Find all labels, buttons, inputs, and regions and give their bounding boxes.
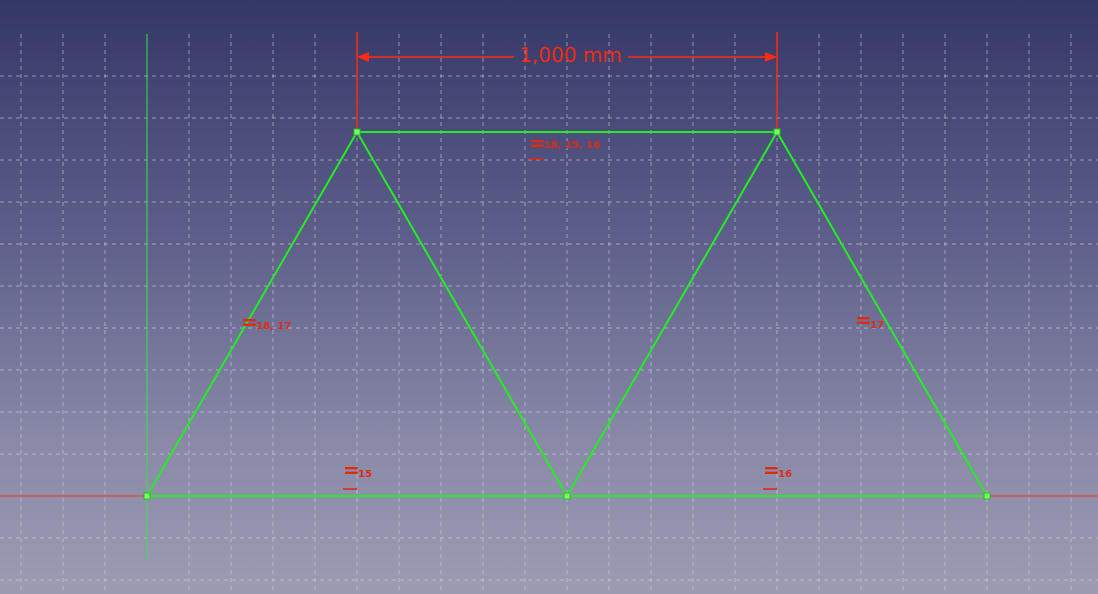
equal-constraint-left[interactable]: = 18, 17 (241, 310, 291, 334)
dimension-arrow-right (765, 52, 777, 62)
grid (0, 34, 1098, 594)
constraint-indices: 15 (358, 469, 372, 480)
edge-right-inner[interactable] (566, 131, 778, 497)
vertex-bottom-middle[interactable] (563, 492, 571, 500)
sketch-viewport[interactable]: 1,000 mm = 18, 15, 16 = 18, 17 = 17 = 15… (0, 0, 1098, 594)
equal-constraint-top[interactable]: = 18, 15, 16 (529, 131, 600, 160)
edge-left-inner[interactable] (356, 131, 568, 497)
constraint-indices: 18, 17 (256, 321, 291, 332)
vertex-top-left[interactable] (353, 128, 361, 136)
vertex-bottom-left[interactable] (143, 492, 151, 500)
constraint-indices: 18, 15, 16 (544, 140, 600, 151)
constraint-indices: 16 (778, 469, 792, 480)
vertex-bottom-right[interactable] (983, 492, 991, 500)
vertex-top-right[interactable] (773, 128, 781, 136)
sketch-svg[interactable]: 1,000 mm = 18, 15, 16 = 18, 17 = 17 = 15… (0, 0, 1098, 594)
dimension-label[interactable]: 1,000 mm (520, 43, 623, 67)
dimension-arrow-left (357, 52, 369, 62)
edge-right-outer[interactable] (776, 131, 988, 497)
constraint-indices: 17 (870, 320, 884, 331)
